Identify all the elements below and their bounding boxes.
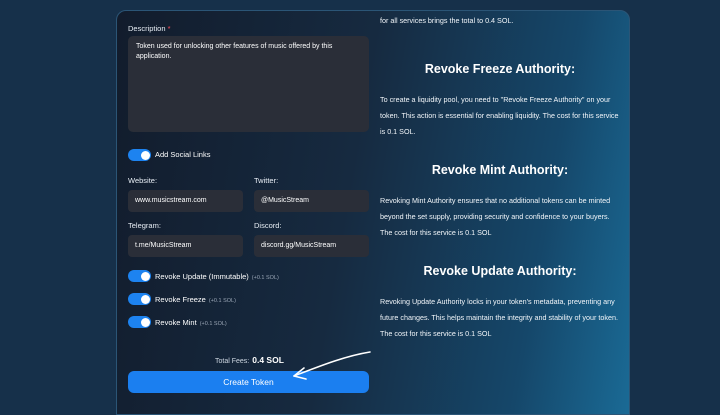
revoke-freeze-fee: (+0.1 SOL) bbox=[208, 298, 236, 304]
update-text: Revoking Update Authority locks in your … bbox=[380, 297, 618, 338]
total-fees-value: 0.4 SOL bbox=[252, 355, 284, 365]
discord-label: Discord: bbox=[254, 221, 282, 230]
twitter-label: Twitter: bbox=[254, 176, 279, 185]
required-mark: * bbox=[167, 24, 171, 33]
intro-text: for all services brings the total to 0.4… bbox=[380, 16, 514, 25]
revoke-mint-fee: (+0.1 SOL) bbox=[199, 321, 227, 327]
revoke-update-label: Revoke Update (Immutable) (+0.1 SOL) bbox=[155, 272, 279, 281]
freeze-text: To create a liquidity pool, you need to … bbox=[380, 95, 619, 136]
website-label: Website: bbox=[128, 176, 158, 185]
description-label: Description * bbox=[128, 24, 171, 33]
telegram-label: Telegram: bbox=[128, 221, 161, 230]
revoke-mint-label: Revoke Mint (+0.1 SOL) bbox=[155, 318, 227, 327]
revoke-freeze-label: Revoke Freeze (+0.1 SOL) bbox=[155, 295, 236, 304]
twitter-input[interactable]: @MusicStream bbox=[254, 190, 369, 212]
add-social-links-label: Add Social Links bbox=[155, 150, 211, 159]
add-social-links-toggle[interactable] bbox=[128, 149, 151, 161]
revoke-update-fee: (+0.1 SOL) bbox=[251, 275, 279, 281]
toggle-knob bbox=[140, 294, 150, 304]
telegram-input[interactable]: t.me/MusicStream bbox=[128, 235, 243, 257]
toggle-knob bbox=[140, 271, 150, 281]
pointer-arrow-icon bbox=[293, 351, 371, 380]
revoke-freeze-toggle[interactable] bbox=[128, 293, 151, 305]
update-heading: Revoke Update Authority: bbox=[423, 264, 577, 278]
revoke-update-toggle[interactable] bbox=[128, 270, 151, 282]
mint-heading: Revoke Mint Authority: bbox=[431, 163, 569, 177]
mint-text: Revoking Mint Authority ensures that no … bbox=[380, 196, 611, 237]
freeze-heading: Revoke Freeze Authority: bbox=[424, 62, 576, 76]
discord-input[interactable]: discord.gg/MusicStream bbox=[254, 235, 369, 257]
toggle-knob bbox=[140, 150, 150, 160]
website-input[interactable]: www.musicstream.com bbox=[128, 190, 243, 212]
toggle-knob bbox=[140, 317, 150, 327]
total-fees: Total Fees: 0.4 SOL bbox=[215, 355, 284, 365]
revoke-mint-toggle[interactable] bbox=[128, 316, 151, 328]
description-textarea[interactable]: Token used for unlocking other features … bbox=[128, 36, 369, 132]
